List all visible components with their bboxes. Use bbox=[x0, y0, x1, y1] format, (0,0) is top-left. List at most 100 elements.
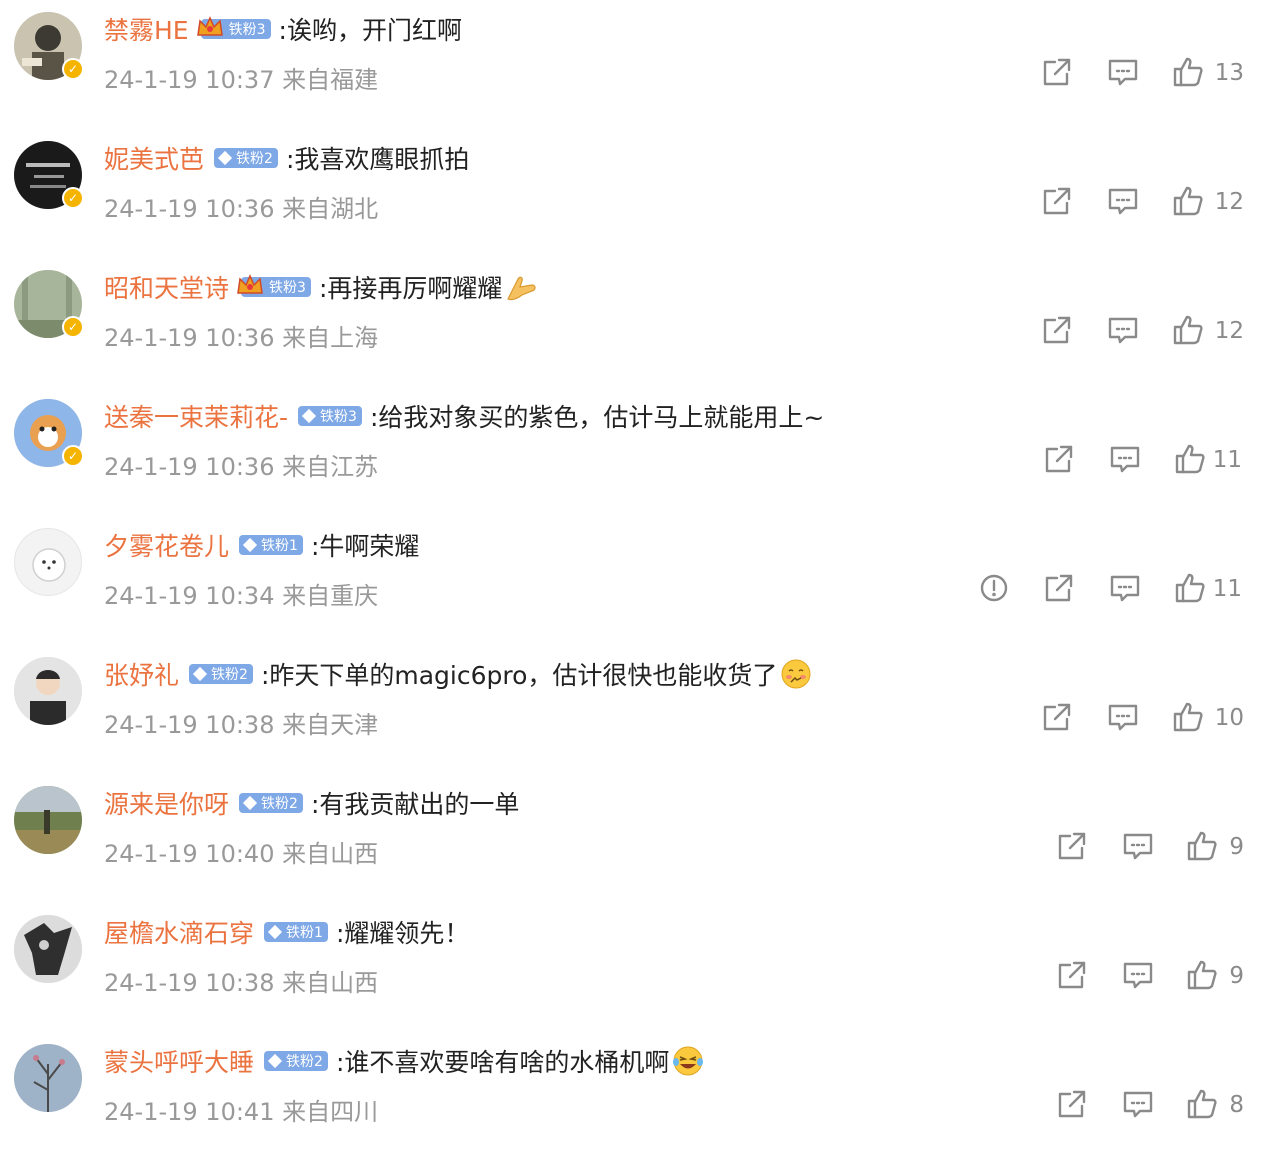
share-button[interactable] bbox=[1054, 1086, 1090, 1122]
comment-item: 张妤礼 铁粉2 :昨天下单的magic6pro，估计很快也能收货了 24-1-1… bbox=[0, 645, 1280, 774]
comment-item: ✓ 昭和天堂诗 铁粉3 :再接再厉啊耀耀 24-1-19 10:36 来自上海 … bbox=[0, 258, 1280, 387]
username[interactable]: 夕雾花卷儿 bbox=[104, 527, 229, 563]
like-button[interactable] bbox=[1170, 699, 1206, 735]
comment-text: :我喜欢鹰眼抓拍 bbox=[285, 145, 470, 174]
fan-badge[interactable]: 铁粉2 bbox=[264, 1051, 328, 1071]
comment-meta: 24-1-19 10:40 来自山西 bbox=[104, 840, 379, 868]
comment-meta: 24-1-19 10:36 来自湖北 bbox=[104, 195, 379, 223]
avatar[interactable] bbox=[14, 1044, 82, 1112]
comment-item: ✓ 送秦一束茉莉花- 铁粉3 :给我对象买的紫色，估计马上就能用上~ 24-1-… bbox=[0, 387, 1280, 516]
username[interactable]: 源来是你呀 bbox=[104, 785, 229, 821]
share-icon bbox=[1043, 58, 1071, 86]
comment-text: :昨天下单的magic6pro，估计很快也能收货了 bbox=[260, 661, 778, 690]
diamond-icon bbox=[192, 666, 208, 682]
reply-icon bbox=[1108, 704, 1138, 731]
username[interactable]: 昭和天堂诗 bbox=[104, 269, 229, 305]
like-button[interactable] bbox=[1172, 570, 1208, 606]
avatar[interactable] bbox=[14, 657, 82, 725]
badge-label: 铁粉3 bbox=[320, 409, 357, 425]
fan-badge[interactable]: 铁粉2 bbox=[214, 148, 278, 168]
share-button[interactable] bbox=[1054, 957, 1090, 993]
reply-icon bbox=[1110, 575, 1140, 602]
verified-icon: ✓ bbox=[62, 58, 84, 80]
diamond-icon bbox=[301, 408, 317, 424]
fan-badge[interactable]: 铁粉2 bbox=[189, 664, 253, 684]
username[interactable]: 送秦一束茉莉花- bbox=[104, 398, 288, 434]
comment-meta: 24-1-19 10:36 来自上海 bbox=[104, 324, 379, 352]
reply-button[interactable] bbox=[1120, 957, 1156, 993]
like-button[interactable] bbox=[1184, 1086, 1220, 1122]
comment-meta: 24-1-19 10:41 来自四川 bbox=[104, 1098, 379, 1126]
share-button[interactable] bbox=[1039, 54, 1075, 90]
fan-badge[interactable]: 铁粉1 bbox=[239, 535, 303, 555]
like-icon bbox=[1187, 1089, 1217, 1119]
share-icon bbox=[1045, 574, 1073, 602]
badge-label: 铁粉3 bbox=[269, 280, 306, 296]
reply-button[interactable] bbox=[1120, 828, 1156, 864]
comment-item: 源来是你呀 铁粉2 :有我贡献出的一单 24-1-19 10:40 来自山西 9 bbox=[0, 774, 1280, 903]
badge-label: 铁粉2 bbox=[236, 151, 273, 167]
comment-text: :给我对象买的紫色，估计马上就能用上~ bbox=[369, 403, 825, 432]
reply-button[interactable] bbox=[1120, 1086, 1156, 1122]
like-button[interactable] bbox=[1184, 828, 1220, 864]
username[interactable]: 蒙头呼呼大睡 bbox=[104, 1043, 254, 1079]
reply-button[interactable] bbox=[1105, 183, 1141, 219]
reply-button[interactable] bbox=[1105, 312, 1141, 348]
reply-button[interactable] bbox=[1105, 54, 1141, 90]
like-icon bbox=[1187, 831, 1217, 861]
fan-badge[interactable]: 铁粉2 bbox=[239, 793, 303, 813]
comment-text: :谁不喜欢要啥有啥的水桶机啊 bbox=[335, 1048, 670, 1077]
reply-button[interactable] bbox=[1105, 699, 1141, 735]
comment-text: :再接再厉啊耀耀 bbox=[318, 274, 503, 303]
avatar[interactable] bbox=[14, 528, 82, 596]
like-button[interactable] bbox=[1170, 312, 1206, 348]
praying-hands-emoji-icon bbox=[507, 276, 536, 301]
comment-text: :耀耀领先！ bbox=[335, 919, 470, 948]
username[interactable]: 张妤礼 bbox=[104, 656, 179, 692]
like-count: 10 bbox=[1214, 705, 1244, 731]
like-button[interactable] bbox=[1184, 957, 1220, 993]
badge-label: 铁粉1 bbox=[286, 925, 323, 941]
fan-badge[interactable]: 铁粉3 bbox=[196, 16, 271, 39]
like-count: 11 bbox=[1212, 447, 1242, 473]
verified-icon: ✓ bbox=[62, 316, 84, 338]
comment-text: :诶哟，开门红啊 bbox=[278, 16, 462, 45]
share-button[interactable] bbox=[1039, 699, 1075, 735]
report-button[interactable] bbox=[976, 570, 1012, 606]
avatar[interactable] bbox=[14, 915, 82, 983]
share-button[interactable] bbox=[1054, 828, 1090, 864]
comment-item: ✓ 妮美式芭 铁粉2 :我喜欢鹰眼抓拍 24-1-19 10:36 来自湖北 1… bbox=[0, 129, 1280, 258]
fan-badge[interactable]: 铁粉3 bbox=[237, 274, 311, 297]
report-icon bbox=[980, 574, 1008, 602]
reply-button[interactable] bbox=[1107, 570, 1143, 606]
reply-icon bbox=[1123, 1091, 1153, 1118]
share-button[interactable] bbox=[1041, 570, 1077, 606]
share-icon bbox=[1045, 445, 1073, 473]
badge-label: 铁粉2 bbox=[286, 1054, 323, 1070]
like-button[interactable] bbox=[1170, 54, 1206, 90]
fan-badge[interactable]: 铁粉3 bbox=[298, 406, 362, 426]
comment-item: 屋檐水滴石穿 铁粉1 :耀耀领先！ 24-1-19 10:38 来自山西 9 bbox=[0, 903, 1280, 1032]
like-icon bbox=[1173, 186, 1203, 216]
diamond-icon bbox=[242, 537, 258, 553]
like-count: 12 bbox=[1214, 318, 1244, 344]
comment-meta: 24-1-19 10:37 来自福建 bbox=[104, 66, 379, 94]
like-count: 13 bbox=[1214, 60, 1244, 86]
like-button[interactable] bbox=[1170, 183, 1206, 219]
share-button[interactable] bbox=[1041, 441, 1077, 477]
share-button[interactable] bbox=[1039, 312, 1075, 348]
share-button[interactable] bbox=[1039, 183, 1075, 219]
comment-item: 蒙头呼呼大睡 铁粉2 :谁不喜欢要啥有啥的水桶机啊 24-1-19 10:41 … bbox=[0, 1032, 1280, 1161]
like-icon bbox=[1175, 444, 1205, 474]
like-button[interactable] bbox=[1172, 441, 1208, 477]
reply-button[interactable] bbox=[1107, 441, 1143, 477]
username[interactable]: 妮美式芭 bbox=[104, 140, 204, 176]
comment-meta: 24-1-19 10:38 来自天津 bbox=[104, 711, 379, 739]
avatar[interactable] bbox=[14, 786, 82, 854]
fan-badge[interactable]: 铁粉1 bbox=[264, 922, 328, 942]
laughing-tears-emoji-icon bbox=[673, 1046, 704, 1076]
username[interactable]: 屋檐水滴石穿 bbox=[104, 914, 254, 950]
username[interactable]: 禁霧HE bbox=[104, 11, 189, 47]
comment-list: ✓ 禁霧HE 铁粉3 :诶哟，开门红啊 24-1-19 10:37 来自福建 1… bbox=[0, 0, 1280, 1145]
share-icon bbox=[1043, 316, 1071, 344]
